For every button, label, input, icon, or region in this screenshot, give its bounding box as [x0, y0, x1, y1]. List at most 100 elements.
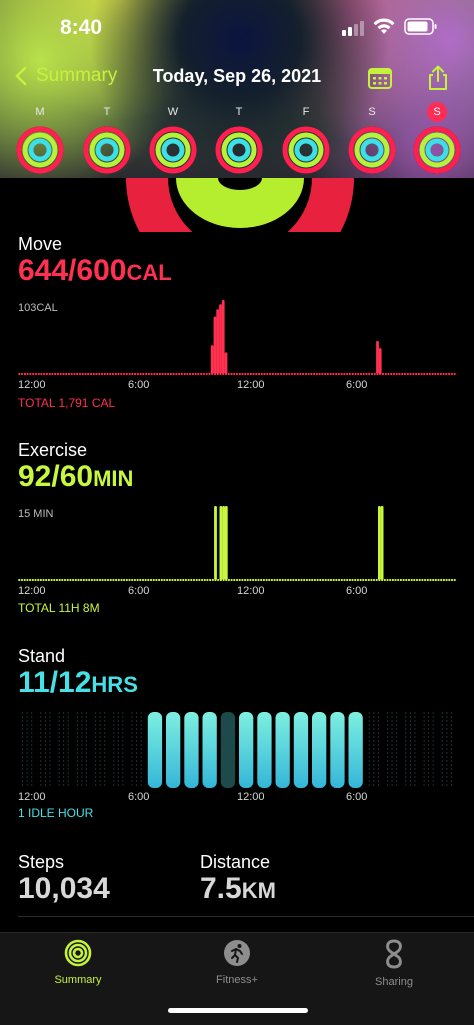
exercise-baseline-dot — [141, 578, 145, 582]
stand-hour-bar — [147, 712, 163, 788]
move-chart: 103CAL — [18, 300, 456, 380]
move-baseline-dot — [390, 372, 393, 376]
week-day-2[interactable]: W — [148, 100, 198, 179]
move-baseline-dot — [65, 372, 68, 376]
move-baseline-dot — [354, 372, 357, 376]
calendar-icon[interactable] — [366, 64, 394, 92]
move-baseline-dot — [381, 372, 385, 376]
exercise-baseline-dot — [346, 578, 349, 582]
move-baseline-dot — [189, 372, 192, 376]
stand-x-tick-label: 6:00 — [346, 791, 368, 803]
tab-sharing[interactable]: Sharing — [334, 939, 454, 988]
exercise-baseline-dot — [364, 578, 368, 582]
exercise-baseline-dot — [265, 578, 268, 582]
exercise-baseline-dot — [217, 578, 220, 582]
exercise-baseline-dot — [160, 578, 163, 582]
week-day-1[interactable]: T — [82, 100, 132, 179]
move-baseline-dot — [335, 372, 338, 376]
move-baseline-dot — [197, 372, 200, 376]
distance-value-number: 7.5 — [200, 872, 242, 905]
exercise-baseline-dot — [80, 578, 83, 582]
move-baseline-dot — [235, 372, 239, 376]
week-day-5[interactable]: S — [347, 100, 397, 179]
move-baseline-dot — [450, 372, 453, 376]
stand-idle-hour-bar — [220, 712, 236, 788]
move-baseline-dot — [32, 372, 35, 376]
move-baseline-dot — [114, 372, 117, 376]
exercise-baseline-dot — [327, 578, 330, 582]
move-baseline-dot — [373, 372, 376, 376]
exercise-baseline-dot — [139, 578, 142, 582]
move-baseline-dot — [346, 372, 349, 376]
exercise-baseline-dot — [206, 578, 209, 582]
wifi-icon — [373, 18, 395, 34]
move-value: 644/600CAL — [18, 254, 172, 288]
move-baseline-dot — [21, 372, 24, 376]
exercise-baseline-dot — [69, 578, 72, 582]
stand-value: 11/12HRS — [18, 666, 138, 700]
exercise-baseline-dot — [367, 578, 370, 582]
exercise-baseline-dot — [123, 578, 126, 582]
move-baseline-dot — [417, 372, 420, 376]
exercise-baseline-dot — [77, 578, 80, 582]
exercise-bar — [219, 506, 223, 580]
exercise-baseline-dot — [300, 578, 303, 582]
week-day-0[interactable]: M — [15, 100, 65, 179]
move-baseline-dot — [255, 372, 258, 376]
tab-fitness-plus-label: Fitness+ — [216, 974, 258, 986]
stand-hour-bar — [257, 712, 272, 788]
share-icon[interactable] — [424, 64, 452, 92]
move-baseline-dot — [191, 372, 194, 376]
move-baseline-dot — [87, 372, 90, 376]
tab-fitness-plus[interactable]: Fitness+ — [177, 939, 297, 986]
exercise-baseline-dot — [90, 578, 93, 582]
exercise-baseline-dot — [321, 578, 325, 582]
exercise-baseline-dot — [268, 578, 271, 582]
move-bar — [219, 304, 222, 374]
exercise-baseline-dot — [281, 578, 284, 582]
exercise-baseline-dot — [53, 578, 56, 582]
exercise-baseline-dot — [45, 578, 48, 582]
exercise-baseline-dot — [179, 578, 182, 582]
exercise-baseline-dot — [319, 578, 322, 582]
exercise-baseline-dot — [163, 578, 166, 582]
move-baseline-dot — [423, 372, 426, 376]
move-baseline-dot — [299, 372, 302, 376]
move-baseline-dot — [244, 372, 247, 376]
exercise-baseline-dot — [351, 578, 354, 582]
exercise-baseline-dot — [402, 578, 405, 582]
move-baseline-dot — [62, 372, 65, 376]
move-baseline-dot — [296, 372, 299, 376]
move-baseline-dot — [180, 372, 183, 376]
week-day-label: F — [302, 106, 310, 118]
exercise-value-unit: MIN — [93, 466, 134, 491]
move-baseline-dot — [266, 372, 269, 376]
week-day-6[interactable]: S — [412, 100, 462, 179]
week-strip: MTWTFSS — [0, 100, 474, 178]
move-baseline-dot — [125, 372, 128, 376]
move-baseline-dot — [59, 372, 62, 376]
tab-summary-label: Summary — [54, 974, 102, 986]
move-baseline-dot — [368, 372, 371, 376]
mini-activity-rings-icon — [282, 126, 330, 174]
week-day-3[interactable]: T — [214, 100, 264, 179]
steps-label: Steps — [18, 852, 65, 872]
stand-chart — [18, 708, 456, 790]
exercise-baseline-dot — [158, 578, 161, 582]
move-baseline-dot — [304, 372, 307, 376]
exercise-baseline-dot — [356, 578, 359, 582]
exercise-baseline-dot — [203, 578, 206, 582]
exercise-baseline-dot — [192, 578, 196, 582]
exercise-baseline-dot — [149, 578, 153, 582]
move-baseline-dot — [428, 372, 431, 376]
move-bar — [213, 316, 217, 374]
distance-label: Distance — [200, 852, 271, 872]
exercise-baseline-dot — [348, 578, 351, 582]
exercise-title: Exercise — [18, 440, 88, 460]
move-baseline-dot — [150, 372, 153, 376]
move-baseline-dot — [409, 372, 412, 376]
tab-summary[interactable]: Summary — [18, 939, 138, 986]
week-day-4[interactable]: F — [281, 100, 331, 179]
exercise-baseline-dot — [42, 578, 45, 582]
exercise-baseline-dot — [50, 578, 53, 582]
